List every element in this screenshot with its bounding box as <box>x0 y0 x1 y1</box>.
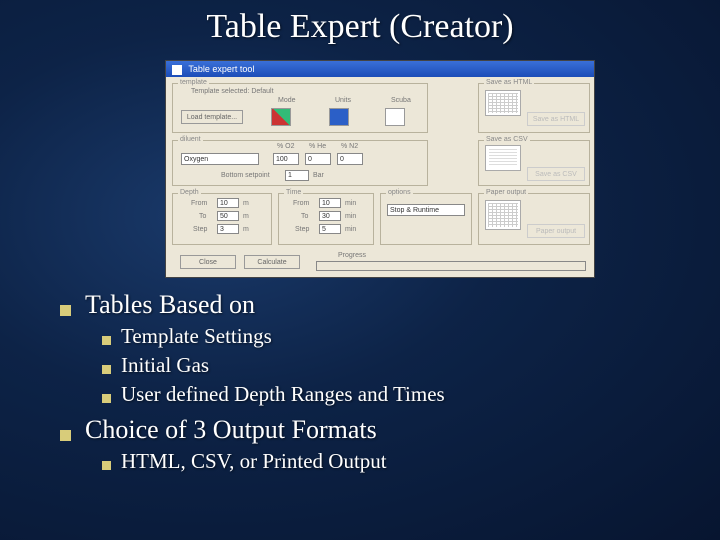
units-label: Units <box>335 97 351 104</box>
scuba-label: Scuba <box>391 97 411 104</box>
window-titlebar: Table expert tool <box>166 61 594 77</box>
time-from-label: From <box>293 200 309 207</box>
depth-step-input[interactable]: 3 <box>217 224 239 234</box>
pct-he-label: % He <box>309 143 326 150</box>
time-to-input[interactable]: 30 <box>319 211 341 221</box>
mode-icon <box>271 108 291 126</box>
bullet-icon <box>60 430 71 441</box>
diluent-select[interactable]: Oxygen <box>181 153 259 165</box>
window-title: Table expert tool <box>188 64 254 74</box>
template-selected-label: Template selected: Default <box>191 88 274 95</box>
slide-title: Table Expert (Creator) <box>0 0 720 46</box>
bullet-icon <box>102 336 111 345</box>
bullet-initial-gas: Initial Gas <box>102 353 445 378</box>
time-to-label: To <box>301 213 308 220</box>
time-from-input[interactable]: 10 <box>319 198 341 208</box>
pct-n2-label: % N2 <box>341 143 358 150</box>
depth-from-input[interactable]: 10 <box>217 198 239 208</box>
bullet-icon <box>102 461 111 470</box>
bullet-icon <box>60 305 71 316</box>
csv-preview-icon <box>485 145 521 171</box>
bullet-depth-ranges: User defined Depth Ranges and Times <box>102 382 445 407</box>
bullet-html-csv-print: HTML, CSV, or Printed Output <box>102 449 445 474</box>
options-fieldset: options Stop & Runtime <box>380 193 472 245</box>
bullet-tables-based-on: Tables Based on <box>60 290 445 320</box>
close-button[interactable]: Close <box>180 255 236 269</box>
options-select[interactable]: Stop & Runtime <box>387 204 465 216</box>
depth-to-input[interactable]: 50 <box>217 211 239 221</box>
save-html-fieldset: Save as HTML Save as HTML <box>478 83 590 133</box>
bullet-template-settings: Template Settings <box>102 324 445 349</box>
html-preview-icon <box>485 90 521 116</box>
paper-output-label: Paper output <box>484 189 528 196</box>
units-icon <box>329 108 349 126</box>
depth-fieldset: Depth From 10 m To 50 m Step 3 m <box>172 193 272 245</box>
depth-step-unit: m <box>243 226 249 233</box>
pct-o2-label: % O2 <box>277 143 295 150</box>
options-fieldset-label: options <box>386 189 413 196</box>
time-step-unit: min <box>345 226 356 233</box>
template-fieldset: template Template selected: Default Mode… <box>172 83 428 133</box>
save-csv-fieldset: Save as CSV Save as CSV <box>478 140 590 186</box>
time-step-label: Step <box>295 226 309 233</box>
diluent-fieldset: diluent % O2 % He % N2 Oxygen 100 0 0 Bo… <box>172 140 428 186</box>
paper-preview-icon <box>485 200 521 230</box>
app-icon <box>172 65 182 75</box>
bullet-list: Tables Based on Template Settings Initia… <box>60 290 445 478</box>
save-html-label: Save as HTML <box>484 79 534 86</box>
mode-label: Mode <box>278 97 296 104</box>
depth-fieldset-label: Depth <box>178 189 201 196</box>
time-fieldset-label: Time <box>284 189 303 196</box>
bottom-setpoint-unit: Bar <box>313 172 324 179</box>
diluent-fieldset-label: diluent <box>178 136 203 143</box>
progress-bar <box>316 261 586 271</box>
time-to-unit: min <box>345 213 356 220</box>
bottom-setpoint-input[interactable]: 1 <box>285 170 309 181</box>
time-fieldset: Time From 10 min To 30 min Step 5 min <box>278 193 374 245</box>
scuba-icon <box>385 108 405 126</box>
progress-label: Progress <box>338 252 366 259</box>
save-html-button[interactable]: Save as HTML <box>527 112 585 126</box>
bullet-icon <box>102 394 111 403</box>
o2-input[interactable]: 100 <box>273 153 299 165</box>
save-csv-label: Save as CSV <box>484 136 530 143</box>
depth-to-label: To <box>199 213 206 220</box>
n2-input[interactable]: 0 <box>337 153 363 165</box>
depth-step-label: Step <box>193 226 207 233</box>
paper-output-button[interactable]: Paper output <box>527 224 585 238</box>
bullet-output-formats: Choice of 3 Output Formats <box>60 415 445 445</box>
template-fieldset-label: template <box>178 79 209 86</box>
depth-from-label: From <box>191 200 207 207</box>
paper-output-fieldset: Paper output Paper output <box>478 193 590 245</box>
depth-from-unit: m <box>243 200 249 207</box>
bullet-icon <box>102 365 111 374</box>
depth-to-unit: m <box>243 213 249 220</box>
time-step-input[interactable]: 5 <box>319 224 341 234</box>
bottom-setpoint-label: Bottom setpoint <box>221 172 270 179</box>
load-template-button[interactable]: Load template... <box>181 110 243 124</box>
calculate-button[interactable]: Calculate <box>244 255 300 269</box>
save-csv-button[interactable]: Save as CSV <box>527 167 585 181</box>
time-from-unit: min <box>345 200 356 207</box>
he-input[interactable]: 0 <box>305 153 331 165</box>
table-expert-window: Table expert tool template Template sele… <box>165 60 595 278</box>
